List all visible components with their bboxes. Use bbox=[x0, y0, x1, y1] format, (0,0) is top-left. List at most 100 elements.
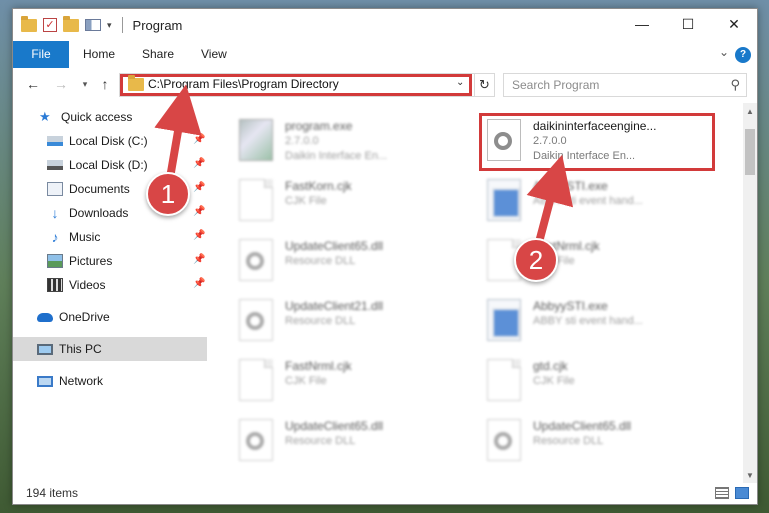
address-path[interactable]: C:\Program Files\Program Directory bbox=[148, 77, 339, 91]
folder-icon[interactable] bbox=[21, 15, 37, 32]
view-properties-icon[interactable] bbox=[85, 19, 101, 31]
quick-access-toolbar: ✓ ▾ Program bbox=[21, 15, 183, 33]
pin-icon[interactable]: 📌 bbox=[193, 206, 205, 217]
exe-icon bbox=[487, 179, 521, 221]
tab-home[interactable]: Home bbox=[83, 41, 115, 68]
sidebar-item-label: Quick access bbox=[61, 110, 133, 124]
file-type: ABBY sti event hand... bbox=[533, 195, 643, 207]
file-item[interactable]: FastKorn.cjk CJK File bbox=[233, 173, 469, 229]
sidebar-item-this-pc[interactable]: This PC bbox=[13, 337, 207, 361]
file-item[interactable]: gtd.cjk CJK File bbox=[481, 353, 717, 409]
item-count: 194 items bbox=[26, 486, 79, 500]
sidebar-item-quick-access[interactable]: ★ Quick access bbox=[13, 105, 207, 129]
details-view-icon[interactable] bbox=[715, 487, 729, 499]
file-item[interactable]: UpdateClient65.dll Resource DLL bbox=[233, 233, 469, 289]
file-type: ABBY sti event hand... bbox=[533, 315, 643, 327]
download-icon: ↓ bbox=[51, 205, 59, 221]
pin-icon[interactable]: 📌 bbox=[193, 134, 205, 145]
sidebar-item-label: OneDrive bbox=[59, 310, 110, 324]
sidebar-item-label: This PC bbox=[59, 342, 102, 356]
computer-icon bbox=[37, 343, 53, 355]
pin-icon[interactable]: 📌 bbox=[193, 230, 205, 241]
sidebar-item-pictures[interactable]: Pictures 📌 bbox=[13, 249, 207, 273]
dll-gear-icon bbox=[487, 419, 521, 461]
title-bar: ✓ ▾ Program — ☐ ✕ bbox=[13, 9, 757, 41]
large-icons-view-icon[interactable] bbox=[735, 487, 749, 499]
file-item[interactable]: FastNrml.cjk CJK File bbox=[233, 353, 469, 409]
sidebar-item-network[interactable]: Network bbox=[13, 369, 207, 393]
recent-locations-chevron-icon[interactable]: ▾ bbox=[77, 75, 93, 93]
pin-icon[interactable]: 📌 bbox=[193, 158, 205, 169]
sidebar-item-videos[interactable]: Videos 📌 bbox=[13, 273, 207, 297]
window-title: Program bbox=[132, 17, 183, 33]
file-item[interactable]: program.exe 2.7.0.0 Daikin Interface En.… bbox=[233, 113, 469, 169]
title-separator bbox=[121, 17, 123, 33]
minimize-button[interactable]: — bbox=[619, 9, 665, 41]
sidebar-item-music[interactable]: ♪ Music 📌 bbox=[13, 225, 207, 249]
search-input[interactable] bbox=[504, 74, 724, 96]
file-name: AbbyySTI.exe bbox=[533, 299, 608, 313]
file-icon bbox=[239, 359, 273, 401]
pin-icon[interactable]: 📌 bbox=[193, 182, 205, 193]
scroll-up-icon[interactable]: ▲ bbox=[746, 107, 754, 116]
expand-ribbon-chevron-icon[interactable]: ⌄ bbox=[719, 45, 729, 59]
close-button[interactable]: ✕ bbox=[711, 9, 757, 41]
program-icon bbox=[239, 119, 273, 161]
maximize-button[interactable]: ☐ bbox=[665, 9, 711, 41]
file-name: UpdateClient65.dll bbox=[285, 239, 384, 253]
file-item[interactable]: UpdateClient21.dll Resource DLL bbox=[233, 293, 469, 349]
scroll-down-icon[interactable]: ▼ bbox=[746, 471, 754, 480]
sidebar-item-label: Pictures bbox=[69, 254, 113, 268]
file-name: UpdateClient65.dll bbox=[285, 419, 384, 433]
file-name: FastKorn.cjk bbox=[285, 179, 352, 193]
address-dropdown-chevron-icon[interactable]: ⌄ bbox=[456, 77, 464, 88]
tab-view[interactable]: View bbox=[201, 41, 227, 68]
vertical-scrollbar[interactable]: ▲ ▼ bbox=[743, 103, 757, 483]
pictures-icon bbox=[47, 254, 63, 268]
file-version: 2.7.0.0 bbox=[285, 135, 319, 147]
sidebar-item-label: Downloads bbox=[69, 206, 129, 220]
file-icon bbox=[239, 179, 273, 221]
navigation-bar: ← → ▾ ↑ C:\Program Files\Program Directo… bbox=[13, 69, 757, 101]
ribbon-tabs: File Home Share View ⌄ ? bbox=[13, 41, 757, 68]
help-button[interactable]: ? bbox=[735, 47, 751, 63]
file-item[interactable]: AbbyySTI.exe ABBY sti event hand... bbox=[481, 173, 717, 229]
documents-icon bbox=[47, 182, 63, 196]
address-folder-icon bbox=[128, 75, 144, 91]
properties-check-icon[interactable]: ✓ bbox=[43, 18, 57, 32]
drive-icon bbox=[47, 160, 63, 170]
search-icon[interactable]: ⚲ bbox=[730, 77, 740, 93]
file-item[interactable]: UpdateClient65.dll Resource DLL bbox=[481, 413, 717, 469]
file-name: FastNrml.cjk bbox=[285, 359, 352, 373]
pin-icon[interactable]: 📌 bbox=[193, 254, 205, 265]
customize-toolbar-arrow-icon[interactable]: ▾ bbox=[107, 20, 112, 31]
dll-gear-icon bbox=[239, 239, 273, 281]
forward-arrow-icon[interactable]: → bbox=[53, 75, 69, 93]
pin-icon[interactable]: 📌 bbox=[193, 278, 205, 289]
sidebar-item-label: Local Disk (C:) bbox=[69, 134, 148, 148]
file-type: CJK File bbox=[285, 195, 327, 207]
file-name: program.exe bbox=[285, 119, 353, 133]
file-type: CJK File bbox=[533, 375, 575, 387]
back-arrow-icon[interactable]: ← bbox=[25, 75, 41, 93]
network-icon bbox=[37, 375, 53, 387]
drive-icon bbox=[47, 136, 63, 146]
status-bar: 194 items bbox=[13, 483, 757, 504]
file-item[interactable]: AbbyySTI.exe ABBY sti event hand... bbox=[481, 293, 717, 349]
dll-gear-icon bbox=[239, 419, 273, 461]
address-bar[interactable]: C:\Program Files\Program Directory ⌄ ↻ bbox=[119, 73, 495, 97]
sidebar-item-label: Documents bbox=[69, 182, 130, 196]
file-item[interactable]: UpdateClient65.dll Resource DLL bbox=[233, 413, 469, 469]
sidebar-item-onedrive[interactable]: OneDrive bbox=[13, 305, 207, 329]
up-arrow-icon[interactable]: ↑ bbox=[97, 75, 113, 93]
step-marker-2: 2 bbox=[514, 238, 558, 282]
search-box[interactable]: ⚲ bbox=[503, 73, 747, 97]
file-name: AbbyySTI.exe bbox=[533, 179, 608, 193]
new-folder-icon[interactable] bbox=[63, 15, 79, 32]
scrollbar-thumb[interactable] bbox=[745, 129, 755, 175]
sidebar-item-local-disk-c[interactable]: Local Disk (C:) 📌 bbox=[13, 129, 207, 153]
file-type: Resource DLL bbox=[285, 315, 356, 327]
tab-share[interactable]: Share bbox=[142, 41, 174, 68]
tab-file[interactable]: File bbox=[13, 41, 69, 68]
refresh-icon[interactable]: ↻ bbox=[474, 74, 494, 96]
